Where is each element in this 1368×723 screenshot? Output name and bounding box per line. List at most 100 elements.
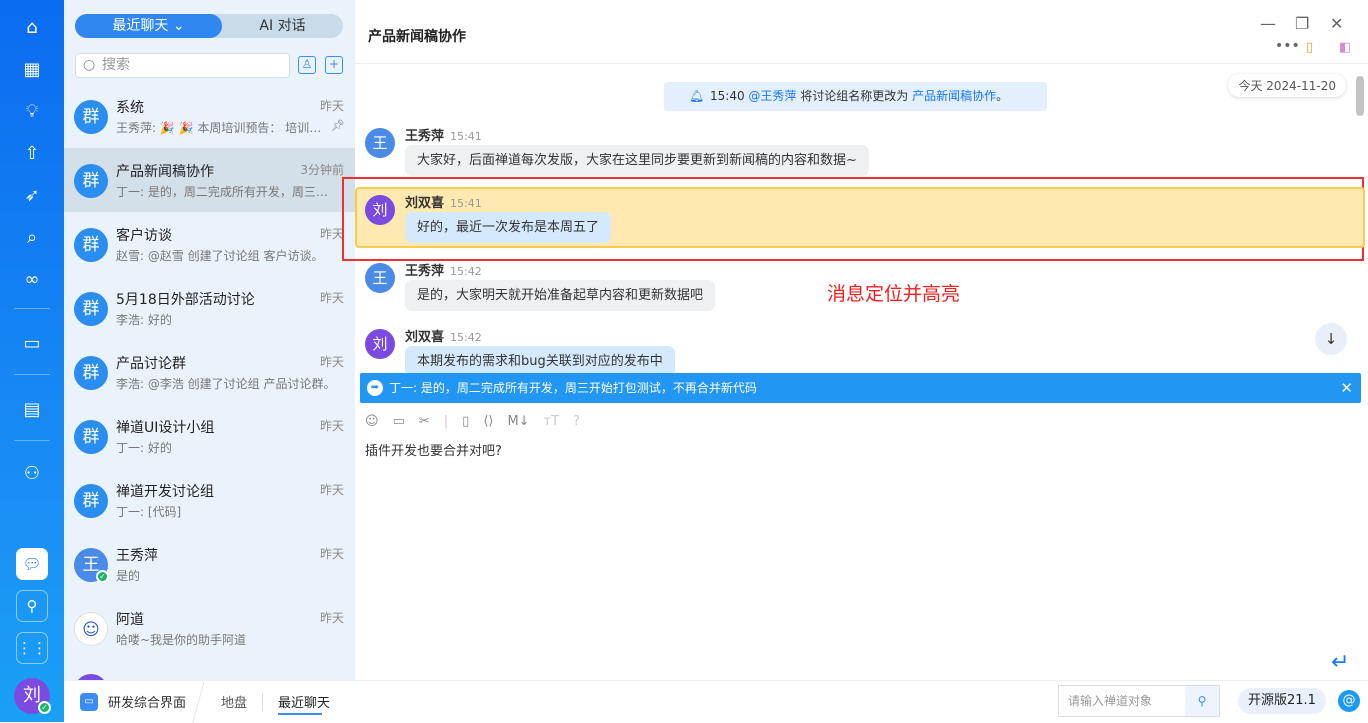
jump-icon: ➦ (367, 380, 383, 396)
sprint-icon[interactable]: ➶ (20, 184, 44, 208)
chat-preview: 李浩: @李浩 创建了讨论组 产品讨论群。 (116, 377, 336, 391)
chat-panel: 产品新闻稿协作 — ❐ ✕ ••• ▯ ◧ 今天 2024-11-20 🔔︎ 15… (342, 0, 1368, 680)
team-icon[interactable]: ⚇ (20, 462, 44, 486)
image-icon[interactable]: ▭ (393, 414, 405, 429)
more-apps-icon[interactable]: ⋮⋮ (16, 632, 48, 664)
zentao-logo-icon[interactable]: @ (1338, 690, 1360, 712)
chat-time: 昨天 (319, 547, 344, 561)
chat-item[interactable]: 群 5月18日外部活动讨论 昨天 李浩: 好的 (64, 276, 355, 340)
bulb-icon[interactable]: 💡︎ (20, 100, 44, 124)
time: 15:42 (450, 265, 482, 278)
chat-item[interactable]: 群禅道开发讨论组 昨天丁一: [代码] (64, 468, 355, 532)
chat-title: 产品新闻稿协作 (368, 29, 466, 45)
avatar: 群 (74, 164, 108, 198)
chat-time: 昨天 (319, 419, 344, 433)
scroll-down-button[interactable]: ↓ (1315, 323, 1347, 355)
chat-icon[interactable]: 💬︎ (16, 548, 48, 580)
avatar[interactable]: 王 (365, 263, 395, 293)
help-icon[interactable]: ? (573, 414, 580, 429)
contacts-icon[interactable]: ⚲ (16, 590, 48, 622)
chat-preview: 丁一: 是的，周二完成所有开发，周三开始打包测试，不再合并新代码 (116, 185, 338, 199)
sender: 王秀萍 (405, 264, 445, 279)
chat-item[interactable]: 群禅道UI设计小组 昨天 丁一: 好的 (64, 404, 355, 468)
close-icon[interactable]: ✕ (1340, 373, 1353, 403)
chat-name: 系统 (116, 100, 144, 116)
doc-icon[interactable]: ▤ (20, 398, 44, 422)
sidebar-toggle-icon[interactable]: ◧ (1339, 40, 1351, 55)
chat-time: 昨天 (319, 483, 344, 497)
chat-item[interactable]: 群产品新闻稿协作 3分钟前丁一: 是的，周二完成所有开发，周三开始打包测试，不再合… (64, 148, 355, 212)
pin-icon: 📌︎ (331, 119, 345, 132)
divider (14, 308, 50, 309)
tab-label: 最近聊天 (112, 18, 169, 34)
scrollbar[interactable] (1356, 76, 1364, 116)
editor-toolbar: ☺ ▭ ✂ | ▯ ⟨⟩ M↓ ᴛT ? (365, 414, 580, 429)
chat-name: 禅道开发讨论组 (116, 484, 214, 500)
object-search-input[interactable]: 请输入禅道对象 ⚲ (1058, 685, 1220, 717)
tab-recent-chats[interactable]: 最近聊天 ⌄ (75, 14, 222, 38)
chat-preview: 王秀萍: 🎉 🎉 本周培训预告： 培训主... (116, 121, 326, 135)
quoted-message-bar[interactable]: ➦ 丁一: 是的，周二完成所有开发，周三开始打包测试，不再合并新代码 ✕ (360, 373, 1361, 403)
chat-item[interactable]: 王 ✓ 王秀萍 昨天 是的 (64, 532, 355, 596)
sender: 王秀萍 (405, 129, 445, 144)
avatar[interactable]: 王 (365, 128, 395, 158)
send-icon[interactable]: ↵ (1331, 650, 1349, 675)
history-icon[interactable]: ▯ (1306, 40, 1313, 55)
tab-ai-chat[interactable]: AI 对话 (222, 14, 343, 38)
chat-time: 昨天 (319, 355, 344, 369)
chat-time: 3分钟前 (300, 163, 344, 177)
search-placeholder: 请输入禅道对象 (1068, 694, 1153, 708)
code-icon[interactable]: ⟨⟩ (483, 414, 493, 429)
active-underline (278, 713, 322, 715)
minimize-icon[interactable]: — (1260, 14, 1276, 33)
emoji-icon[interactable]: ☺ (365, 414, 379, 429)
contacts-book-icon[interactable]: ♙ (298, 56, 316, 74)
chat-preview: 丁一: [代码] (116, 505, 182, 519)
chat-item[interactable]: 群客户访谈 昨天 赵雪: @赵雪 创建了讨论组 客户访谈。 (64, 212, 355, 276)
app-name[interactable]: 研发综合界面 (108, 692, 186, 711)
group-name-link[interactable]: 产品新闻稿协作 (912, 89, 996, 103)
time: 15:41 (450, 130, 482, 143)
apps-icon[interactable]: ▦ (20, 58, 44, 82)
more-icon[interactable]: ••• (1275, 38, 1300, 54)
crumb-recent-chats[interactable]: 最近聊天 (278, 692, 330, 711)
message-input[interactable]: 插件开发也要合并对吧? (365, 440, 502, 459)
version-badge[interactable]: 开源版21.1 (1238, 688, 1326, 714)
crumb-dashboard[interactable]: 地盘 (221, 692, 247, 711)
avatar: 群 (74, 420, 108, 454)
chat-item[interactable]: 群产品讨论群 昨天 李浩: @李浩 创建了讨论组 产品讨论群。 (64, 340, 355, 404)
chat-list-panel: 最近聊天 ⌄ AI 对话 ○ 搜索 ♙ + 群 系统昨天 王秀萍: 🎉 🎉 本周培训预… (64, 0, 355, 680)
system-notice: 🔔︎ 15:40 @王秀萍 将讨论组名称更改为 产品新闻稿协作。 (664, 82, 1047, 111)
chat-preview: 李浩: 好的 (116, 313, 172, 327)
screenshot-icon[interactable]: ✂ (419, 414, 430, 429)
notice-time: 15:40 (710, 89, 745, 103)
avatar: 群 (74, 484, 108, 518)
file-icon[interactable]: ▯ (462, 414, 469, 429)
annotation-label: 消息定位并高亮 (827, 283, 961, 305)
markdown-icon[interactable]: M↓ (507, 414, 529, 429)
message-bubble: 是的，大家明天就开始准备起草内容和更新数据吧 (405, 280, 716, 311)
rocket-icon[interactable]: ⇧ (20, 142, 44, 166)
text-size-icon[interactable]: ᴛT (544, 414, 560, 429)
chat-item[interactable]: 群系统 昨天 王秀萍: 🎉 🎉 本周培训预告： 培训主... 📌︎ (64, 84, 355, 148)
search-icon[interactable]: ⚲ (1185, 686, 1219, 716)
list-tabs: 最近聊天 ⌄ AI 对话 (75, 14, 343, 38)
avatar[interactable]: 刘 (365, 329, 395, 359)
bell-icon: 🔔︎ (689, 89, 705, 103)
mention-link[interactable]: @王秀萍 (748, 89, 796, 103)
close-icon[interactable]: ✕ (1330, 14, 1343, 33)
restore-icon[interactable]: ❐ (1295, 14, 1309, 33)
chat-item[interactable]: ☺ 阿道 昨天 哈喽~我是你的助手阿道 (64, 596, 355, 660)
search-icon[interactable]: ⌕ (20, 226, 44, 250)
chat-time: 昨天 (319, 291, 344, 305)
infinity-icon[interactable]: ∞ (20, 268, 44, 292)
add-icon[interactable]: + (325, 56, 343, 74)
chat-time: 昨天 (319, 611, 344, 625)
online-badge-icon: ✓ (38, 701, 51, 714)
avatar[interactable]: 刘 (365, 195, 395, 225)
avatar: ☺ (74, 612, 108, 646)
quote-text: 丁一: 是的，周二完成所有开发，周三开始打包测试，不再合并新代码 (389, 381, 757, 395)
search-input[interactable]: ○ 搜索 (75, 53, 290, 78)
board-icon[interactable]: ▭ (20, 332, 44, 356)
home-icon[interactable]: ⌂ (20, 16, 44, 40)
